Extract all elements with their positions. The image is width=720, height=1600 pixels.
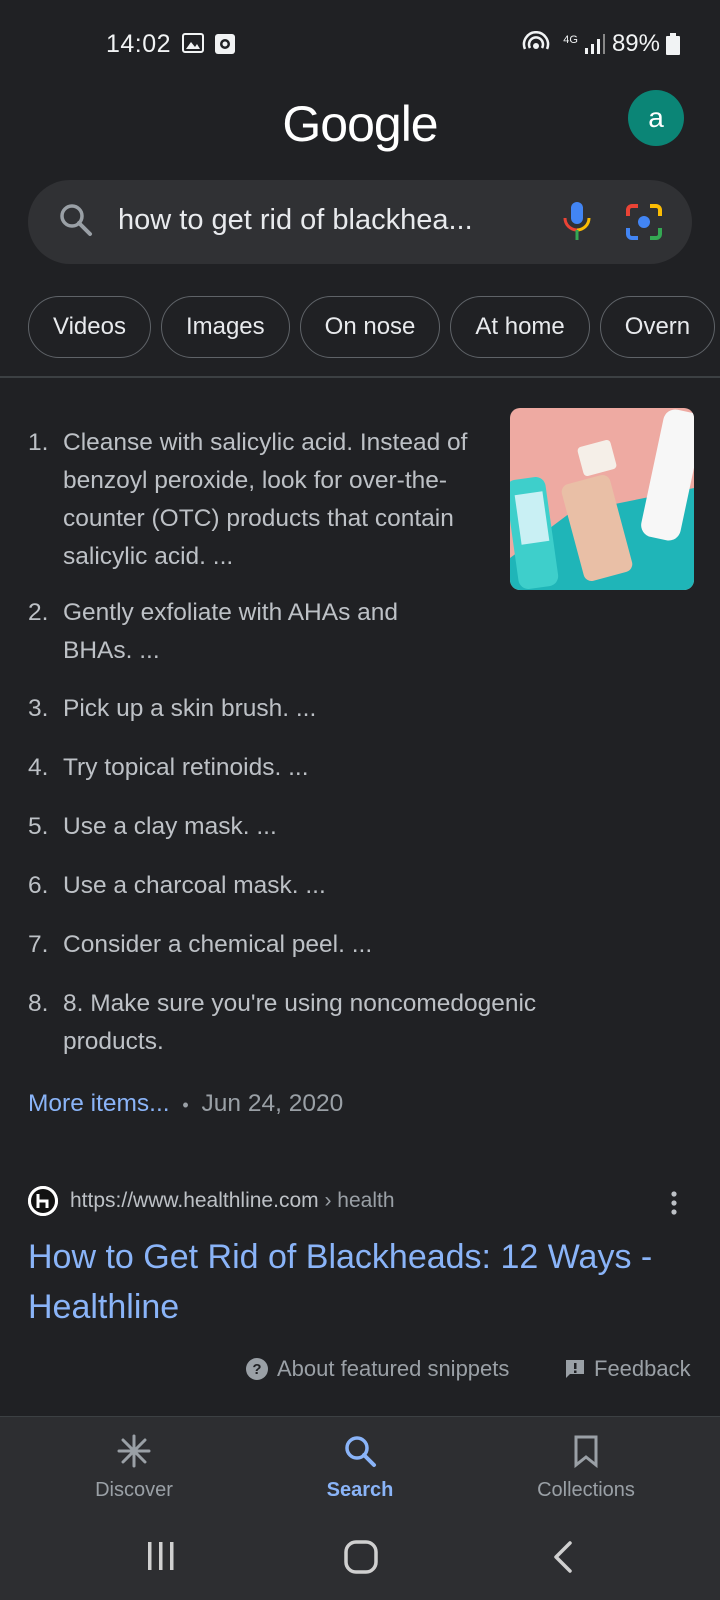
chip-videos[interactable]: Videos: [28, 296, 151, 358]
result-title-link[interactable]: How to Get Rid of Blackheads: 12 Ways - …: [28, 1232, 668, 1332]
list-item: 7. Consider a chemical peel. ...: [28, 931, 373, 958]
battery-icon: [666, 33, 680, 55]
nav-discover[interactable]: Discover: [34, 1417, 234, 1517]
healthline-favicon-icon: [28, 1186, 58, 1216]
status-bar: 14:02 4G 89%: [0, 0, 720, 90]
chip-at-home[interactable]: At home: [450, 296, 590, 358]
nav-discover-label: Discover: [95, 1479, 173, 1501]
home-icon[interactable]: [344, 1540, 378, 1574]
featured-snippet-list: 1. Cleanse with salicylic acid. Instead …: [28, 424, 708, 1061]
help-icon: ?: [246, 1358, 268, 1380]
feedback-button[interactable]: Feedback: [564, 1356, 691, 1382]
signal-icon: [584, 34, 605, 54]
chip-images[interactable]: Images: [160, 296, 290, 358]
list-item: 3. Pick up a skin brush. ...: [28, 695, 317, 722]
result-url: https://www.healthline.com › health: [70, 1189, 395, 1213]
microphone-icon[interactable]: [562, 200, 592, 242]
bottom-navigation: Discover Search Collections: [0, 1416, 720, 1516]
google-logo[interactable]: Google: [0, 95, 720, 153]
more-items-link[interactable]: More items...: [28, 1090, 170, 1117]
about-featured-snippets-label: About featured snippets: [277, 1356, 510, 1381]
about-featured-snippets-button[interactable]: ? About featured snippets: [245, 1356, 509, 1382]
svg-text:?: ?: [252, 1361, 261, 1378]
back-icon[interactable]: [552, 1540, 574, 1574]
separator-dot: •: [182, 1095, 189, 1115]
search-query-text[interactable]: how to get rid of blackhea...: [118, 204, 518, 237]
result-url-breadcrumb: › health: [324, 1189, 395, 1212]
chip-on-nose[interactable]: On nose: [299, 296, 441, 358]
more-options-icon[interactable]: [670, 1190, 678, 1216]
feedback-label: Feedback: [594, 1356, 691, 1381]
list-item: 2. Gently exfoliate with AHAs and BHAs. …: [28, 599, 399, 664]
status-right-icons: 4G 89%: [521, 30, 680, 58]
snippet-date: Jun 24, 2020: [201, 1090, 344, 1117]
list-item: 4. Try topical retinoids. ...: [28, 754, 309, 781]
status-notification-icons: [182, 33, 236, 55]
gallery-icon: [182, 33, 204, 53]
nav-search-label: Search: [326, 1479, 394, 1501]
search-icon: [60, 204, 92, 236]
result-source[interactable]: https://www.healthline.com › health: [28, 1186, 395, 1216]
list-item: 5. Use a clay mask. ...: [28, 813, 277, 840]
search-icon: [345, 1436, 376, 1467]
google-lens-icon[interactable]: [624, 202, 664, 242]
account-avatar[interactable]: a: [628, 90, 684, 146]
more-items-row: More items... • Jun 24, 2020: [28, 1090, 343, 1118]
system-navigation-bar: [0, 1516, 720, 1600]
collections-bookmark-icon: [574, 1435, 598, 1469]
search-box[interactable]: how to get rid of blackhea...: [28, 180, 692, 264]
screen-record-icon: [215, 34, 235, 54]
screen: 14:02 4G 89% Google a how to get rid of …: [0, 0, 720, 1600]
list-item: 6. Use a charcoal mask. ...: [28, 872, 326, 899]
list-item: 1. Cleanse with salicylic acid. Instead …: [28, 429, 468, 570]
chip-overnight[interactable]: Overn: [599, 296, 716, 358]
nav-search[interactable]: Search: [260, 1417, 460, 1517]
hotspot-icon: [523, 31, 550, 50]
battery-percent: 89%: [611, 30, 660, 57]
snippet-footer: ? About featured snippets Feedback: [0, 1356, 720, 1396]
result-url-domain: https://www.healthline.com: [70, 1189, 319, 1212]
feedback-icon: [566, 1360, 584, 1378]
discover-asterisk-icon: [117, 1434, 151, 1468]
nav-collections-label: Collections: [537, 1479, 635, 1501]
status-time: 14:02: [106, 30, 172, 58]
nav-collections[interactable]: Collections: [486, 1417, 686, 1517]
recent-apps-icon[interactable]: [146, 1540, 176, 1572]
list-item: 8. 8. Make sure you're using noncomedoge…: [28, 990, 537, 1055]
divider: [0, 376, 720, 378]
filter-chips: Videos Images On nose At home Overn: [28, 296, 720, 358]
network-type-label: 4G: [563, 34, 578, 46]
